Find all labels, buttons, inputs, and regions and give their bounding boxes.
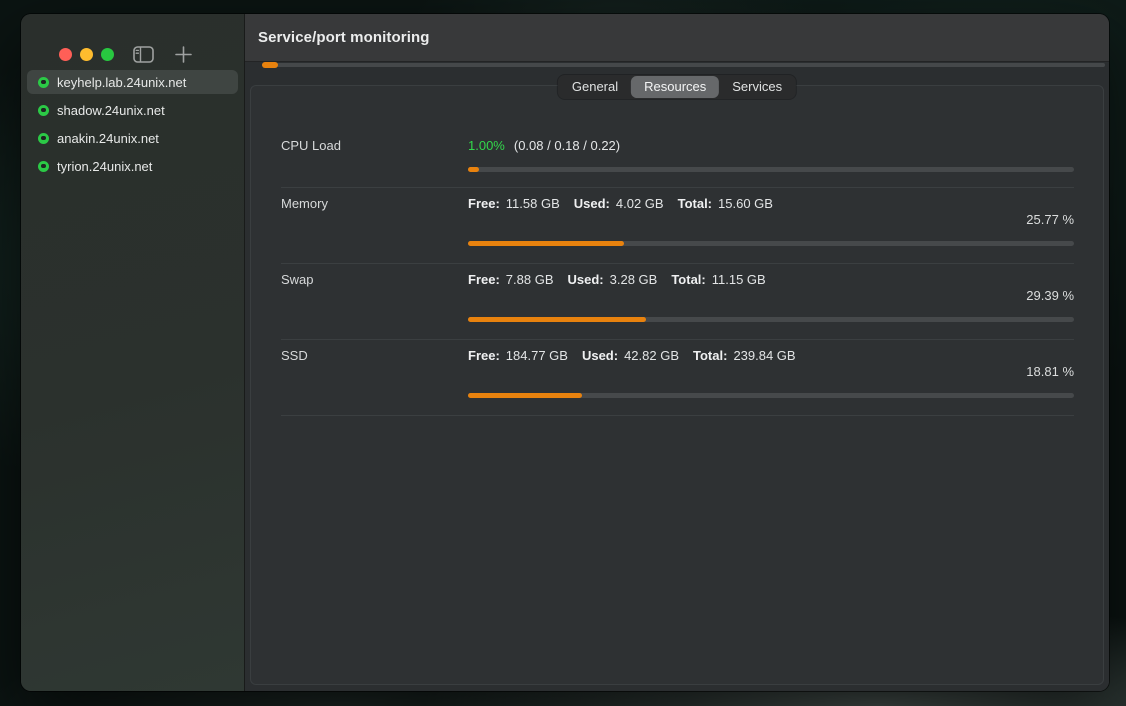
sidebar-toggle-icon xyxy=(133,46,154,63)
title-bar: Service/port monitoring xyxy=(245,14,1109,62)
content-area: General Resources Services CPU Load 1.00… xyxy=(245,62,1109,691)
close-button[interactable] xyxy=(59,48,72,61)
ssd-row: SSD Free: 184.77 GB Used: 42.82 GB Total: 239… xyxy=(281,340,1074,415)
swap-bar xyxy=(468,317,1074,322)
plus-icon xyxy=(175,46,192,63)
cpu-load-bar xyxy=(468,167,1074,172)
window-controls xyxy=(59,48,114,61)
server-label: anakin.24unix.net xyxy=(57,131,159,146)
memory-bar-fill xyxy=(468,241,624,246)
add-server-button[interactable] xyxy=(167,38,199,70)
memory-bar xyxy=(468,241,1074,246)
ssd-label: SSD xyxy=(281,348,308,363)
free-label: Free: xyxy=(468,196,500,211)
server-list: keyhelp.lab.24unix.net shadow.24unix.net… xyxy=(21,70,244,178)
free-label: Free: xyxy=(468,272,500,287)
used-label: Used: xyxy=(582,348,618,363)
server-item-anakin[interactable]: anakin.24unix.net xyxy=(27,126,238,150)
ssd-percent: 18.81 % xyxy=(1026,364,1074,379)
total-label: Total: xyxy=(671,272,705,287)
swap-label: Swap xyxy=(281,272,314,287)
cpu-load-values: 1.00% (0.08 / 0.18 / 0.22) xyxy=(468,138,620,153)
cpu-load-row: CPU Load 1.00% (0.08 / 0.18 / 0.22) xyxy=(281,86,1074,187)
used-value: 42.82 GB xyxy=(624,348,679,363)
free-value: 11.58 GB xyxy=(506,196,560,211)
memory-row: Memory Free: 11.58 GB Used: 4.02 GB Total: 15… xyxy=(281,188,1074,263)
status-online-icon xyxy=(38,133,49,144)
tab-general[interactable]: General xyxy=(559,76,631,98)
sidebar-titlebar xyxy=(21,14,244,66)
server-label: shadow.24unix.net xyxy=(57,103,165,118)
refresh-countdown-bar xyxy=(262,63,1105,67)
row-divider xyxy=(281,415,1074,416)
server-label: tyrion.24unix.net xyxy=(57,159,152,174)
tab-resources[interactable]: Resources xyxy=(631,76,719,98)
status-online-icon xyxy=(38,77,49,88)
minimize-button[interactable] xyxy=(80,48,93,61)
tab-bar: General Resources Services xyxy=(558,75,796,99)
resources-panel: CPU Load 1.00% (0.08 / 0.18 / 0.22) Memor… xyxy=(250,85,1104,685)
cpu-load-percent: 1.00% xyxy=(468,138,505,153)
status-online-icon xyxy=(38,105,49,116)
tab-services[interactable]: Services xyxy=(719,76,795,98)
swap-row: Swap Free: 7.88 GB Used: 3.28 GB Total: 11.15… xyxy=(281,264,1074,339)
status-online-icon xyxy=(38,161,49,172)
ssd-values: Free: 184.77 GB Used: 42.82 GB Total: 239.84 … xyxy=(468,348,796,363)
used-value: 4.02 GB xyxy=(616,196,664,211)
server-item-tyrion[interactable]: tyrion.24unix.net xyxy=(27,154,238,178)
free-value: 184.77 GB xyxy=(506,348,568,363)
total-label: Total: xyxy=(678,196,712,211)
memory-values: Free: 11.58 GB Used: 4.02 GB Total: 15.60 GB xyxy=(468,196,773,211)
memory-label: Memory xyxy=(281,196,328,211)
swap-percent: 29.39 % xyxy=(1026,288,1074,303)
ssd-bar-fill xyxy=(468,393,582,398)
memory-percent: 25.77 % xyxy=(1026,212,1074,227)
cpu-load-bar-fill xyxy=(468,167,479,172)
cpu-load-averages: (0.08 / 0.18 / 0.22) xyxy=(514,138,620,153)
free-value: 7.88 GB xyxy=(506,272,554,287)
zoom-button[interactable] xyxy=(101,48,114,61)
used-value: 3.28 GB xyxy=(610,272,658,287)
cpu-load-label: CPU Load xyxy=(281,138,341,153)
ssd-bar xyxy=(468,393,1074,398)
swap-bar-fill xyxy=(468,317,646,322)
toggle-sidebar-button[interactable] xyxy=(127,38,159,70)
server-item-keyhelp[interactable]: keyhelp.lab.24unix.net xyxy=(27,70,238,94)
free-label: Free: xyxy=(468,348,500,363)
window-title: Service/port monitoring xyxy=(258,29,430,46)
server-item-shadow[interactable]: shadow.24unix.net xyxy=(27,98,238,122)
used-label: Used: xyxy=(574,196,610,211)
used-label: Used: xyxy=(568,272,604,287)
app-window: keyhelp.lab.24unix.net shadow.24unix.net… xyxy=(21,14,1109,691)
total-value: 239.84 GB xyxy=(733,348,795,363)
swap-values: Free: 7.88 GB Used: 3.28 GB Total: 11.15 GB xyxy=(468,272,766,287)
total-value: 15.60 GB xyxy=(718,196,773,211)
server-label: keyhelp.lab.24unix.net xyxy=(57,75,186,90)
total-value: 11.15 GB xyxy=(712,272,766,287)
total-label: Total: xyxy=(693,348,727,363)
main-panel: Service/port monitoring General Resource… xyxy=(245,14,1109,691)
refresh-countdown-fill xyxy=(262,62,278,68)
sidebar: keyhelp.lab.24unix.net shadow.24unix.net… xyxy=(21,14,245,691)
